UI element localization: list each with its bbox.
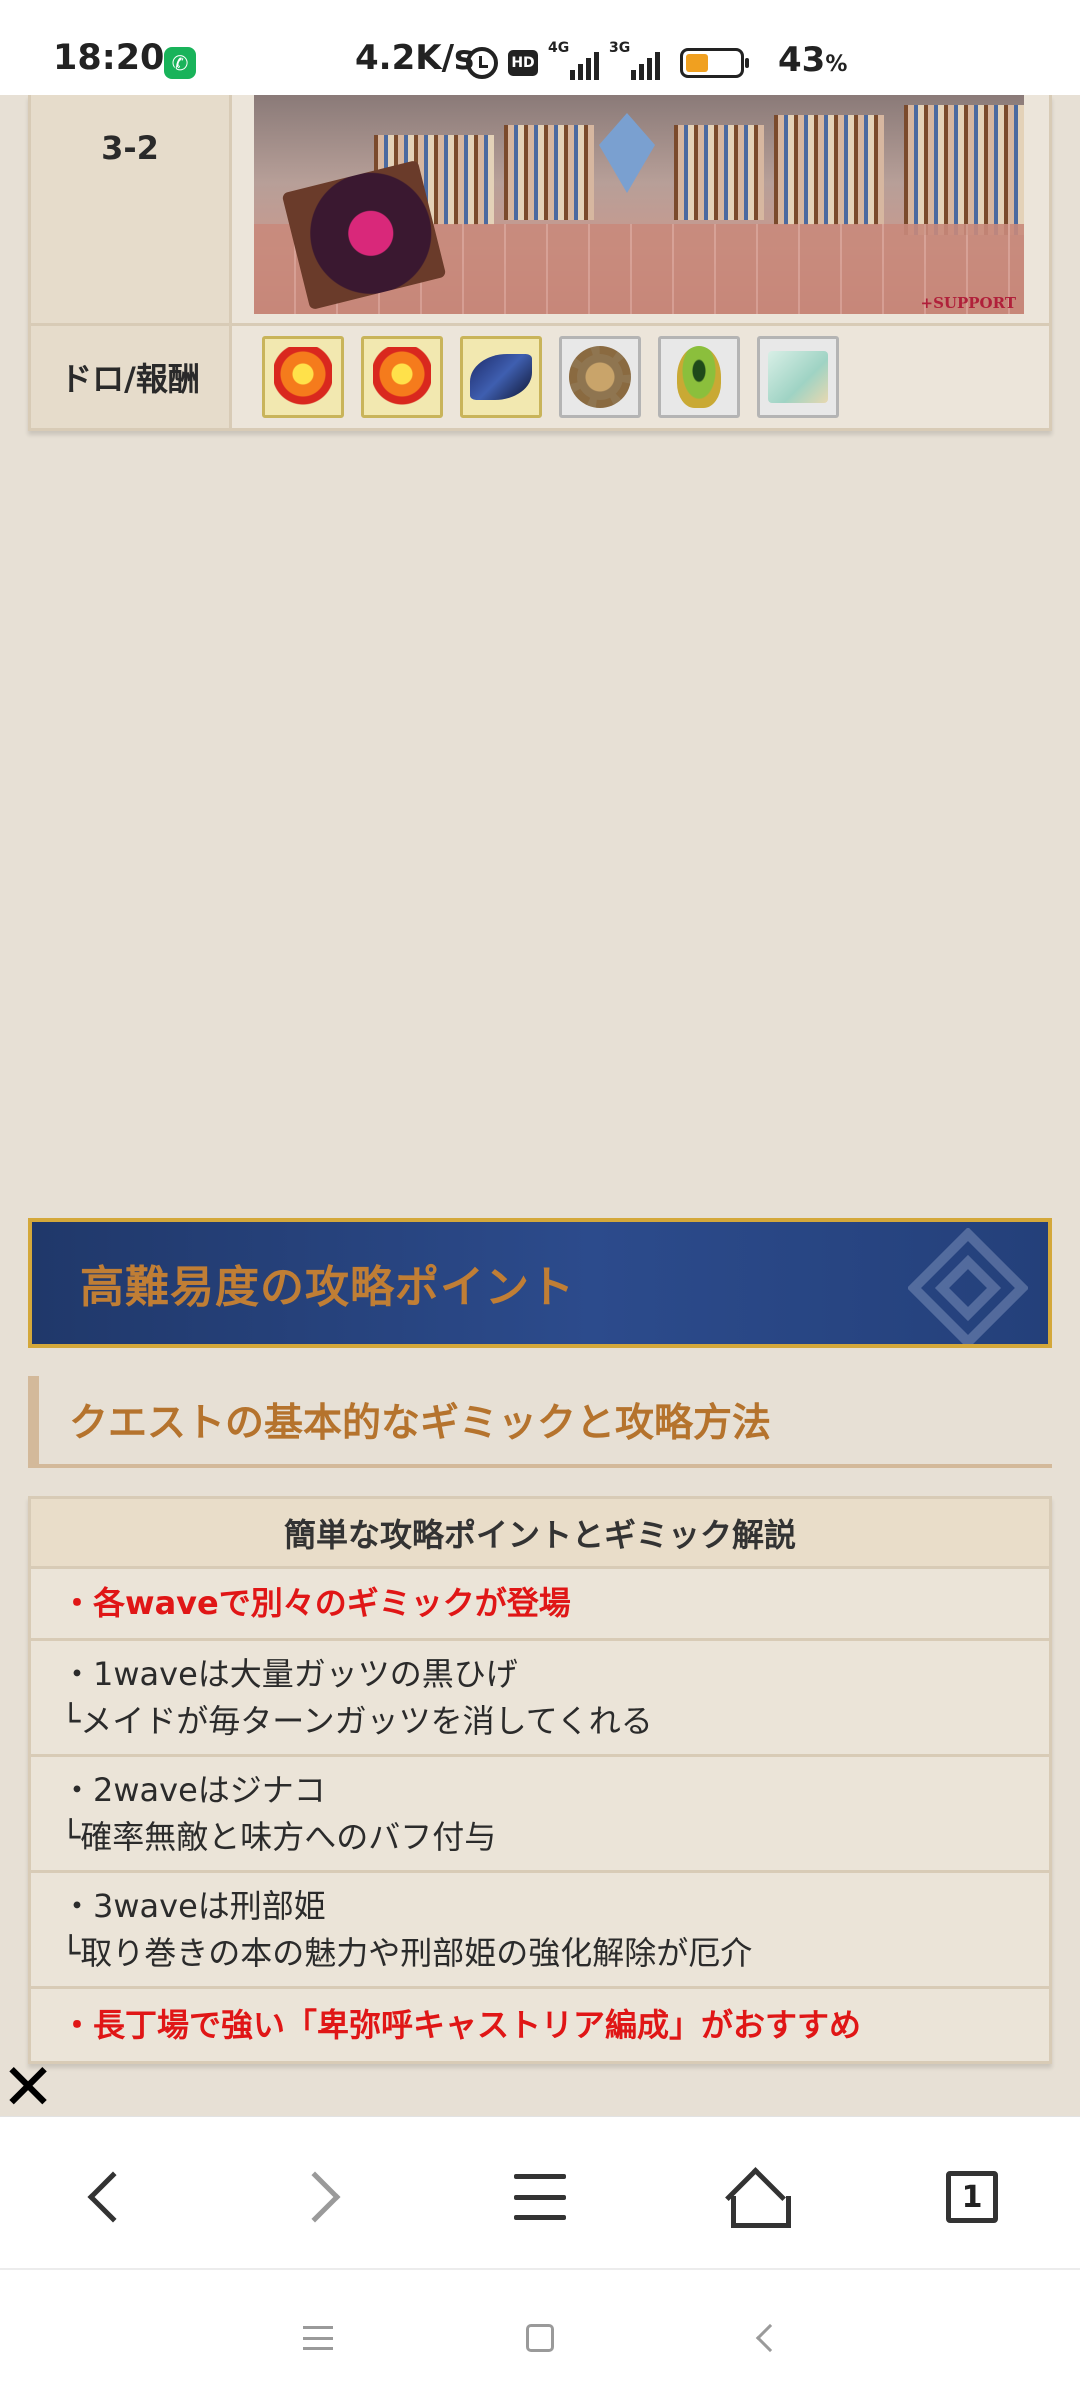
browser-toolbar: 1 xyxy=(0,2116,1080,2268)
home-square-icon xyxy=(526,2324,554,2352)
gear-icon[interactable] xyxy=(559,336,641,418)
serpent-eye-icon[interactable] xyxy=(658,336,740,418)
alarm-icon xyxy=(466,47,498,79)
tips-table: 簡単な攻略ポイントとギミック解説 ・各waveで別々のギミックが登場 ・1wav… xyxy=(28,1496,1052,2064)
status-bar: 18:20 ✆ 4.2K/s HD 4G 3G 43% xyxy=(0,0,1080,95)
support-caption: +SUPPORT xyxy=(920,294,1016,312)
subsection-header: クエストの基本的なギミックと攻略方法 xyxy=(28,1376,1052,1468)
section-banner: 高難易度の攻略ポイント xyxy=(28,1218,1052,1348)
battery-fill xyxy=(686,54,708,72)
scroll-icon[interactable] xyxy=(757,336,839,418)
tip-row: ・各waveで別々のギミックが登場 xyxy=(31,1569,1049,1641)
forward-icon xyxy=(289,2171,341,2223)
hd-icon: HD xyxy=(508,50,538,76)
network-speed: 4.2K/s xyxy=(355,38,475,78)
stage-cell: +SUPPORT xyxy=(232,95,1049,323)
menu-icon xyxy=(514,2174,566,2220)
home-button[interactable] xyxy=(716,2157,796,2237)
tabs-button[interactable]: 1 xyxy=(932,2157,1012,2237)
tip-line: ・2waveはジナコ xyxy=(61,1770,326,1809)
dark-claw-icon[interactable] xyxy=(460,336,542,418)
signal-3g-icon: 3G xyxy=(609,40,660,80)
recent-apps-icon xyxy=(303,2326,333,2350)
tip-line: ・各waveで別々のギミックが登場 xyxy=(61,1584,571,1622)
drops-row: ドロ/報酬 xyxy=(31,323,1049,428)
tips-header: 簡単な攻略ポイントとギミック解説 xyxy=(31,1499,1049,1569)
back-icon xyxy=(87,2171,139,2223)
tip-line: └取り巻きの本の魅力や刑部姫の強化解除が厄介 xyxy=(61,1933,753,1972)
battery-icon xyxy=(680,48,749,78)
status-icons: HD 4G 3G xyxy=(466,40,749,80)
home-icon xyxy=(728,2172,791,2228)
tip-row: ・3waveは刑部姫 └取り巻きの本の魅力や刑部姫の強化解除が厄介 xyxy=(31,1873,1049,1989)
heart-gem-icon[interactable] xyxy=(361,336,443,418)
signal-4g-icon: 4G xyxy=(548,40,599,80)
tip-line: └確率無敵と味方へのバフ付与 xyxy=(61,1817,497,1856)
tip-row: ・長丁場で強い「卑弥呼キャストリア編成」がおすすめ xyxy=(31,1989,1049,2061)
stage-screenshot[interactable]: +SUPPORT xyxy=(254,95,1024,314)
forward-button[interactable] xyxy=(282,2157,362,2237)
stage-row: 3-2 +SUPPORT xyxy=(31,95,1049,323)
subsection-title: クエストの基本的なギミックと攻略方法 xyxy=(69,1401,772,1446)
tip-row: ・2waveはジナコ └確率無敵と味方へのバフ付与 xyxy=(31,1757,1049,1873)
back-button[interactable] xyxy=(66,2157,146,2237)
tip-line: ・長丁場で強い「卑弥呼キャストリア編成」がおすすめ xyxy=(61,2005,862,2044)
system-home-button[interactable] xyxy=(516,2314,564,2362)
phone-call-icon: ✆ xyxy=(164,47,196,79)
signal-4g-tag: 4G xyxy=(548,40,570,56)
system-nav-bar xyxy=(0,2268,1080,2400)
back-triangle-icon xyxy=(755,2323,785,2353)
stage-label: 3-2 xyxy=(31,95,232,323)
banner-title: 高難易度の攻略ポイント xyxy=(80,1262,575,1313)
quest-info-table: 3-2 +SUPPORT ドロ/報酬 xyxy=(28,95,1052,431)
emblem-icon xyxy=(908,1228,1028,1344)
menu-button[interactable] xyxy=(500,2157,580,2237)
target-marker-icon xyxy=(599,113,655,193)
battery-percent: 43% xyxy=(778,40,848,80)
drops-label: ドロ/報酬 xyxy=(31,326,232,428)
drops-cell xyxy=(232,326,1049,428)
heart-gem-icon[interactable] xyxy=(262,336,344,418)
tip-line: ・3waveは刑部姫 xyxy=(61,1886,326,1925)
tip-line: ・1waveは大量ガッツの黒ひげ xyxy=(61,1654,518,1693)
close-icon[interactable]: ✕ xyxy=(0,2056,56,2120)
status-time: 18:20 xyxy=(53,38,165,78)
tip-line: └メイドが毎ターンガッツを消してくれる xyxy=(61,1701,653,1740)
system-back-button[interactable] xyxy=(742,2314,790,2362)
tip-row: ・1waveは大量ガッツの黒ひげ └メイドが毎ターンガッツを消してくれる xyxy=(31,1641,1049,1757)
tabs-icon: 1 xyxy=(946,2171,998,2223)
signal-3g-tag: 3G xyxy=(609,40,631,56)
recent-apps-button[interactable] xyxy=(294,2314,342,2362)
